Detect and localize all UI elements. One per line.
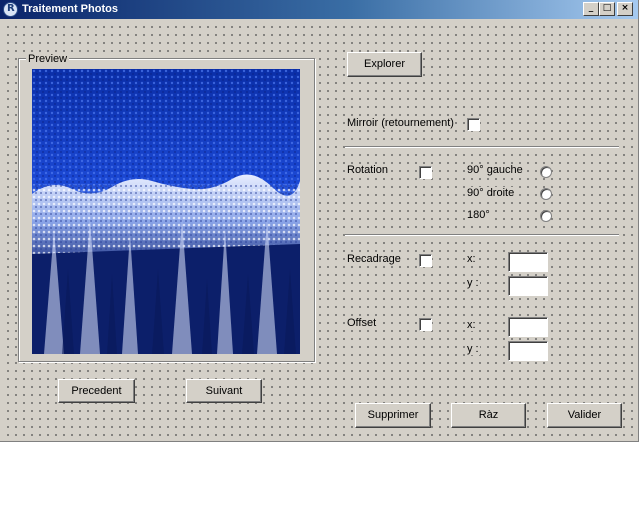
- maximize-button[interactable]: □: [599, 2, 615, 16]
- suivant-button[interactable]: Suivant: [186, 379, 262, 403]
- raz-button[interactable]: Ràz: [451, 403, 526, 428]
- app-icon[interactable]: [3, 2, 18, 17]
- recadrage-x-input[interactable]: [508, 252, 548, 272]
- close-button[interactable]: ×: [617, 2, 633, 16]
- offset-checkbox[interactable]: [419, 318, 432, 331]
- offset-y-label: y :: [466, 343, 480, 355]
- offset-y-input[interactable]: [508, 341, 548, 361]
- recadrage-y-input[interactable]: [508, 276, 548, 296]
- valider-button[interactable]: Valider: [547, 403, 622, 428]
- miroir-checkbox[interactable]: [467, 118, 480, 131]
- preview-image: [32, 69, 300, 354]
- window-title: Traitement Photos: [22, 3, 118, 15]
- rotation-90-gauche-radio[interactable]: [540, 166, 552, 178]
- recadrage-label: Recadrage: [346, 253, 402, 265]
- offset-x-input[interactable]: [508, 317, 548, 337]
- recadrage-y-label: y :: [466, 277, 480, 289]
- supprimer-button[interactable]: Supprimer: [355, 403, 431, 428]
- rotation-checkbox[interactable]: [419, 166, 432, 179]
- separator-2: [345, 234, 619, 236]
- main-window: Traitement Photos _ □ × Preview: [0, 0, 639, 442]
- offset-label: Offset: [346, 317, 378, 329]
- rotation-90-droite-radio[interactable]: [540, 188, 552, 200]
- miroir-label: Mirroir (retournement): [346, 117, 455, 129]
- minimize-button[interactable]: _: [583, 2, 599, 16]
- rotation-label: Rotation: [346, 164, 389, 176]
- explorer-button[interactable]: Explorer: [347, 52, 422, 77]
- recadrage-x-label: x:: [466, 253, 477, 265]
- rotation-180-radio[interactable]: [540, 210, 552, 222]
- preview-label: Preview: [26, 53, 70, 65]
- rotation-option-90-gauche-label: 90° gauche: [466, 164, 524, 176]
- separator-1: [345, 146, 619, 148]
- recadrage-checkbox[interactable]: [419, 254, 432, 267]
- precedent-button[interactable]: Precedent: [58, 379, 135, 403]
- rotation-option-90-droite-label: 90° droite: [466, 187, 516, 199]
- title-bar[interactable]: Traitement Photos _ □ ×: [0, 0, 638, 19]
- offset-x-label: x:: [466, 319, 477, 331]
- rotation-option-180-label: 180°: [466, 209, 491, 221]
